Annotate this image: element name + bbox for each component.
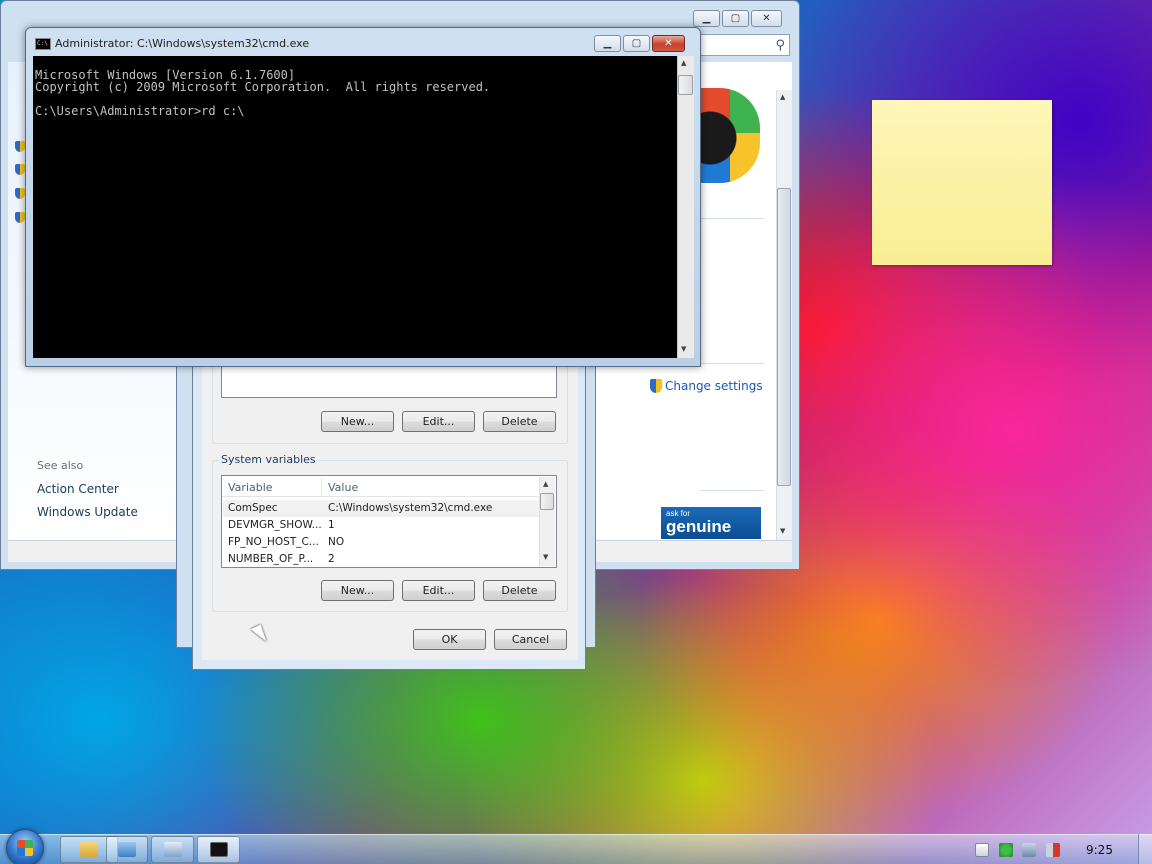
scroll-down-icon[interactable]: ▼ bbox=[543, 553, 548, 561]
scroll-up-icon[interactable]: ▲ bbox=[681, 59, 686, 67]
scrollbar-thumb[interactable] bbox=[777, 188, 791, 486]
cmd-icon bbox=[209, 842, 228, 857]
scrollbar-thumb[interactable] bbox=[678, 75, 693, 95]
table-cell-variable[interactable]: NUMBER_OF_P... bbox=[228, 553, 313, 565]
see-also-heading: See also bbox=[37, 459, 84, 472]
scroll-down-icon[interactable]: ▼ bbox=[780, 527, 785, 535]
change-settings-link[interactable]: Change settings bbox=[650, 379, 763, 393]
taskbar-cmd-button[interactable] bbox=[197, 836, 240, 863]
system-variables-label: System variables bbox=[219, 453, 318, 466]
search-icon: ⚲ bbox=[775, 37, 785, 53]
windows-flag-icon bbox=[17, 840, 33, 856]
genuine-badge[interactable]: ask for genuine bbox=[661, 507, 761, 539]
minimize-button[interactable]: ▁ bbox=[693, 10, 720, 27]
action-center-link[interactable]: Action Center bbox=[37, 482, 119, 496]
close-button[interactable]: ✕ bbox=[652, 35, 685, 52]
shield-icon bbox=[15, 141, 25, 152]
action-center-flag-icon[interactable] bbox=[999, 843, 1013, 857]
scroll-up-icon[interactable]: ▲ bbox=[543, 480, 548, 488]
console-prompt-line: C:\Users\Administrator>rd c:\ bbox=[35, 104, 245, 118]
show-desktop-button[interactable] bbox=[1138, 834, 1152, 864]
sticky-note[interactable] bbox=[872, 100, 1052, 265]
scrollbar-thumb[interactable] bbox=[540, 493, 554, 510]
volume-muted-icon[interactable] bbox=[1046, 843, 1060, 857]
system-properties-icon bbox=[163, 842, 182, 857]
table-cell-value[interactable]: NO bbox=[328, 536, 344, 548]
table-cell-value[interactable]: C:\Windows\system32\cmd.exe bbox=[328, 502, 492, 514]
control-panel-icon bbox=[118, 842, 136, 857]
cancel-button[interactable]: Cancel bbox=[494, 629, 567, 650]
column-divider[interactable] bbox=[321, 478, 322, 496]
divider bbox=[700, 218, 764, 219]
table-cell-variable[interactable]: DEVMGR_SHOW... bbox=[228, 519, 322, 531]
search-box[interactable]: ⚲ bbox=[700, 34, 790, 56]
system-window-title-buttons: ▁ ▢ ✕ bbox=[693, 10, 1144, 27]
console-scrollbar[interactable] bbox=[677, 56, 694, 358]
table-cell-variable[interactable]: ComSpec bbox=[228, 502, 278, 514]
table-cell-value[interactable]: 1 bbox=[328, 519, 335, 531]
divider bbox=[700, 490, 764, 491]
taskbar-clock[interactable]: 9:25 bbox=[1086, 843, 1113, 857]
cmd-icon[interactable]: C:\ bbox=[35, 38, 51, 50]
change-settings-label: Change settings bbox=[665, 379, 763, 393]
genuine-text: genuine bbox=[666, 517, 732, 536]
system-new-button[interactable]: New... bbox=[321, 580, 394, 601]
shield-icon bbox=[15, 164, 25, 175]
minimize-button[interactable]: ▁ bbox=[594, 35, 621, 52]
cmd-window-title: Administrator: C:\Windows\system32\cmd.e… bbox=[55, 37, 310, 50]
maximize-button[interactable]: ▢ bbox=[623, 35, 650, 52]
ok-button[interactable]: OK bbox=[413, 629, 486, 650]
divider bbox=[700, 363, 764, 364]
user-delete-button[interactable]: Delete bbox=[483, 411, 556, 432]
column-header-value[interactable]: Value bbox=[328, 481, 358, 494]
table-cell-variable[interactable]: FP_NO_HOST_C... bbox=[228, 536, 319, 548]
console-line: Copyright (c) 2009 Microsoft Corporation… bbox=[35, 80, 491, 94]
notes-tray-icon[interactable] bbox=[975, 843, 989, 857]
user-edit-button[interactable]: Edit... bbox=[402, 411, 475, 432]
shield-icon bbox=[15, 212, 25, 223]
windows-update-link[interactable]: Windows Update bbox=[37, 505, 138, 519]
scroll-down-icon[interactable]: ▼ bbox=[681, 345, 686, 353]
column-header-variable[interactable]: Variable bbox=[228, 481, 273, 494]
user-variables-list[interactable] bbox=[221, 362, 557, 398]
taskbar-system-properties-button[interactable] bbox=[151, 836, 194, 863]
user-new-button[interactable]: New... bbox=[321, 411, 394, 432]
scroll-up-icon[interactable]: ▲ bbox=[780, 93, 785, 101]
uac-shield-icon bbox=[650, 379, 662, 393]
console-output[interactable]: Microsoft Windows [Version 6.1.7600] Copy… bbox=[33, 56, 677, 358]
system-delete-button[interactable]: Delete bbox=[483, 580, 556, 601]
system-edit-button[interactable]: Edit... bbox=[402, 580, 475, 601]
shield-icon bbox=[15, 188, 25, 199]
network-icon[interactable] bbox=[1022, 843, 1036, 857]
table-cell-value[interactable]: 2 bbox=[328, 553, 335, 565]
close-button[interactable]: ✕ bbox=[751, 10, 782, 27]
cmd-title-buttons: ▁ ▢ ✕ bbox=[594, 35, 685, 52]
explorer-icon bbox=[80, 842, 98, 857]
maximize-button[interactable]: ▢ bbox=[722, 10, 749, 27]
taskbar-control-panel-button[interactable] bbox=[106, 836, 148, 863]
